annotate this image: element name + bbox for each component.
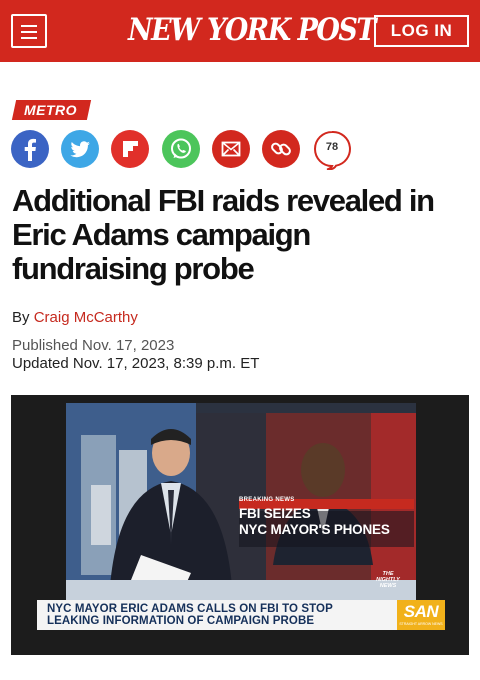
updated-date: Updated Nov. 17, 2023, 8:39 p.m. ET <box>12 355 260 372</box>
breaking-news-line2: NYC MAYOR'S PHONES <box>239 522 390 537</box>
byline: By Craig McCarthy <box>12 309 138 326</box>
section-label: METRO <box>24 102 78 118</box>
menu-bar <box>21 37 37 39</box>
comments-icon[interactable]: 78 <box>313 130 351 171</box>
published-date: Published Nov. 17, 2023 <box>12 337 175 354</box>
link-icon[interactable] <box>262 130 300 168</box>
email-icon[interactable] <box>212 130 250 168</box>
breaking-news-label: BREAKING NEWS <box>239 497 295 503</box>
comment-count: 78 <box>325 141 339 153</box>
breaking-news-line1: FBI SEIZES <box>239 506 311 521</box>
lower-third-line1: NYC MAYOR ERIC ADAMS CALLS ON FBI TO STO… <box>47 603 333 615</box>
lower-third-line2: LEAKING INFORMATION OF CAMPAIGN PROBE <box>47 615 315 627</box>
author-link[interactable]: Craig McCarthy <box>34 309 138 326</box>
login-button[interactable]: LOG IN <box>374 15 469 47</box>
site-logo[interactable]: NEW YORK POST <box>128 12 377 50</box>
section-tag-metro[interactable]: METRO <box>11 100 92 120</box>
hamburger-menu-icon[interactable] <box>11 14 47 48</box>
lower-third-caption: NYC MAYOR ERIC ADAMS CALLS ON FBI TO STO… <box>37 600 445 630</box>
menu-bar <box>21 31 37 33</box>
logo-text: NEW YORK POST <box>128 12 377 49</box>
facebook-icon[interactable] <box>11 130 49 168</box>
show-logo: THE NIGHTLY NEWS <box>376 571 400 589</box>
video-player[interactable]: BREAKING NEWS FBI SEIZES NYC MAYOR'S PHO… <box>11 395 469 655</box>
breaking-news-graphic: BREAKING NEWS FBI SEIZES NYC MAYOR'S PHO… <box>239 497 409 538</box>
byline-prefix: By <box>12 309 30 326</box>
san-network-logo: SAN STRAIGHT ARROW NEWS <box>397 600 445 630</box>
article-headline: Additional FBI raids revealed in Eric Ad… <box>12 183 435 286</box>
menu-bar <box>21 25 37 27</box>
flipboard-icon[interactable] <box>111 130 149 168</box>
san-logo-text: SAN <box>403 602 439 621</box>
san-logo-tagline: STRAIGHT ARROW NEWS <box>399 622 443 626</box>
whatsapp-icon[interactable] <box>162 130 200 168</box>
site-header: NEW YORK POST LOG IN <box>0 0 480 62</box>
twitter-icon[interactable] <box>61 130 99 168</box>
